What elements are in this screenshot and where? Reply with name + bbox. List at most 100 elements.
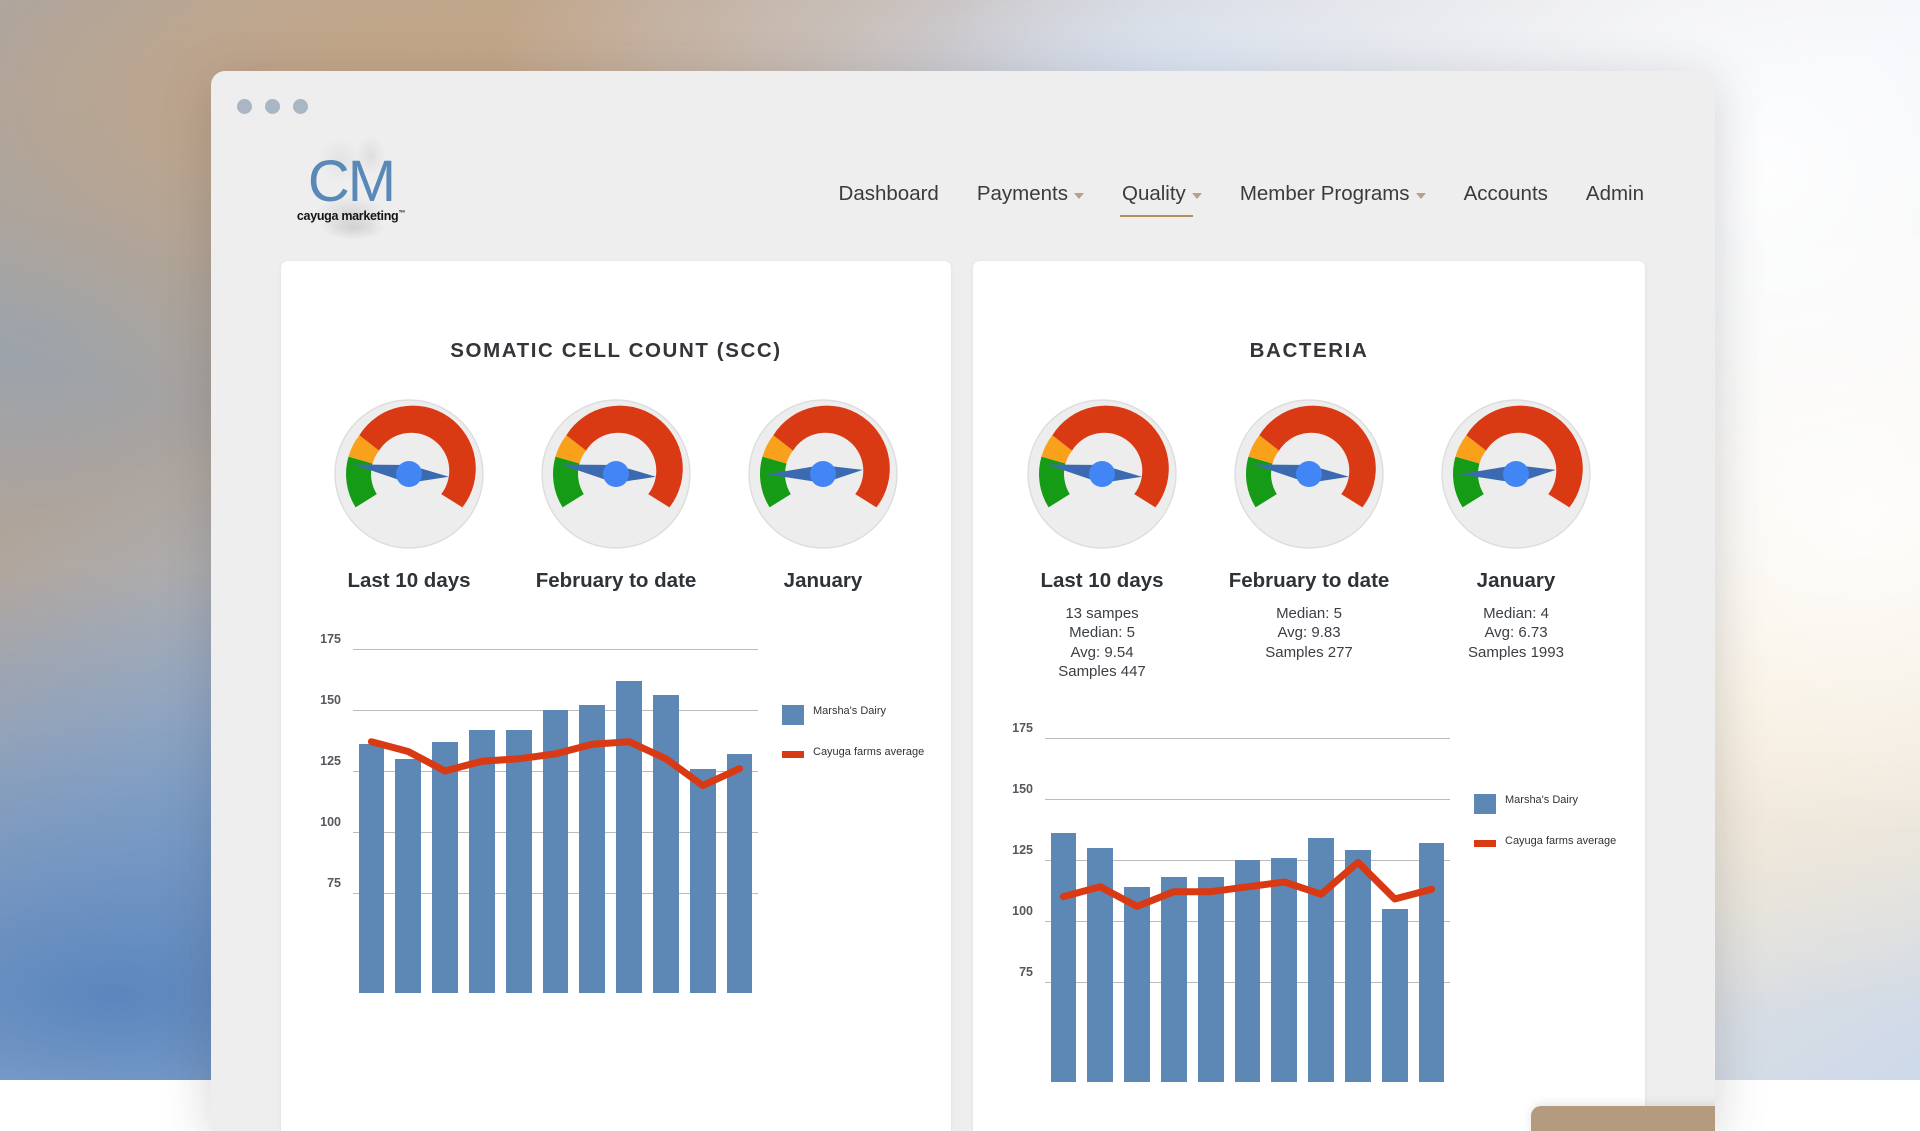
- gauge-january: [747, 398, 899, 550]
- gauge-stat-line: Median: 4: [1425, 605, 1608, 622]
- gauge-label: Last 10 days: [1011, 569, 1194, 593]
- gauge-stat-line: Avg: 9.54: [1011, 644, 1194, 661]
- nav-item-accounts[interactable]: Accounts: [1445, 179, 1567, 209]
- gauge-stat-line: Median: 5: [1011, 624, 1194, 641]
- card-title: SOMATIC CELL COUNT (SCC): [281, 339, 951, 363]
- bar: [1345, 850, 1371, 1082]
- gauge-column-january: January: [732, 398, 915, 593]
- gauge-row: Last 10 days 13 sampes Median: 5 Avg: 9.54 S…: [973, 398, 1645, 682]
- bar: [579, 705, 605, 993]
- legend-label: Cayuga farms average: [1505, 835, 1616, 848]
- gauge-column-january: JanuaryMedian: 4Avg: 6.73Samples 1993: [1425, 398, 1608, 682]
- maximize-dot[interactable]: [293, 99, 308, 114]
- gauge-row: Last 10 days February to date January: [281, 398, 951, 593]
- site-header: CM cayuga marketing™ Dashboard Payments Qu…: [211, 127, 1715, 247]
- bar: [1271, 858, 1297, 1082]
- gauge-january: [1440, 398, 1592, 550]
- bar: [1235, 860, 1261, 1082]
- minimize-dot[interactable]: [265, 99, 280, 114]
- y-axis-tick-label: 150: [301, 693, 341, 707]
- gauge-february-to-date: [1233, 398, 1385, 550]
- bar: [1161, 877, 1187, 1082]
- bar: [432, 742, 458, 993]
- gauge-hub: [603, 461, 629, 487]
- nav-item-member-programs[interactable]: Member Programs: [1221, 179, 1445, 209]
- gauge-stat-line: Avg: 6.73: [1425, 624, 1608, 641]
- gauge-label: Last 10 days: [318, 569, 501, 593]
- notifications-bar[interactable]: NOTIFICATIONS (2): [1531, 1106, 1715, 1131]
- gauge-hub: [396, 461, 422, 487]
- legend-item: Marsha's Dairy: [1474, 794, 1616, 814]
- gauge-column-last-10-days: Last 10 days 13 sampes Median: 5 Avg: 9.54 S…: [1011, 398, 1194, 682]
- legend-item: Cayuga farms average: [1474, 835, 1616, 848]
- bar: [395, 759, 421, 993]
- bar: [1382, 909, 1408, 1082]
- y-axis-tick-label: 125: [993, 843, 1033, 857]
- cayuga-marketing-logo[interactable]: CM cayuga marketing™: [291, 131, 411, 243]
- gauge-label: January: [1425, 569, 1608, 593]
- bar: [1419, 843, 1445, 1082]
- legend-swatch-bar: [782, 705, 804, 725]
- nav-item-quality[interactable]: Quality: [1103, 179, 1221, 209]
- gauge-hub: [1296, 461, 1322, 487]
- card-bacteria: BACTERIA Last 10 days13 sampesMedian: 5A…: [973, 261, 1645, 1131]
- gauge-label: February to date: [525, 569, 708, 593]
- nav-item-label: Quality: [1122, 179, 1186, 209]
- gauge-label: February to date: [1218, 569, 1401, 593]
- chart-legend: Marsha's Dairy Cayuga farms average: [1474, 794, 1616, 869]
- bar: [690, 769, 716, 993]
- legend-label: Cayuga farms average: [813, 746, 924, 759]
- gauge-column-last-10-days: Last 10 days: [318, 398, 501, 593]
- legend-label: Marsha's Dairy: [1505, 794, 1578, 807]
- gridline: [353, 649, 758, 650]
- active-nav-underline: [1120, 215, 1193, 218]
- gauge-column-february-to-date: February to dateMedian: 5Avg: 9.83Sample…: [1218, 398, 1401, 682]
- gauge-hub: [810, 461, 836, 487]
- gauge-hub: [1089, 461, 1115, 487]
- gridline: [1045, 738, 1450, 739]
- nav-item-label: Admin: [1586, 179, 1644, 209]
- gauge-stats: Median: 4Avg: 6.73Samples 1993: [1425, 605, 1608, 661]
- gauge-stat-line: 13 sampes: [1011, 605, 1194, 622]
- gauge-last-10-days: [1026, 398, 1178, 550]
- y-axis-tick-label: 100: [993, 904, 1033, 918]
- gauge-last-10-days: [333, 398, 485, 550]
- logo-mark: CM: [291, 153, 411, 211]
- bar: [616, 681, 642, 993]
- gauge-february-to-date: [540, 398, 692, 550]
- gauge-stat-line: Avg: 9.83: [1218, 624, 1401, 641]
- main-navigation[interactable]: Dashboard Payments Quality Member Programs A…: [820, 179, 1663, 209]
- nav-item-label: Dashboard: [839, 179, 939, 209]
- bar: [1308, 838, 1334, 1082]
- bar: [359, 744, 385, 993]
- legend-swatch-bar: [1474, 794, 1496, 814]
- window-controls[interactable]: [237, 99, 308, 114]
- bar: [1087, 848, 1113, 1082]
- card-somatic-cell-count: SOMATIC CELL COUNT (SCC) Last 10 days Feb…: [281, 261, 951, 1131]
- y-axis-tick-label: 75: [301, 876, 341, 890]
- y-axis-tick-label: 175: [993, 721, 1033, 735]
- bar: [653, 695, 679, 993]
- nav-item-label: Member Programs: [1240, 179, 1410, 209]
- gauge-hub: [1503, 461, 1529, 487]
- gauge-column-february-to-date: February to date: [525, 398, 708, 593]
- close-dot[interactable]: [237, 99, 252, 114]
- bar: [1198, 877, 1224, 1082]
- gauge-stat-line: Samples 447: [1011, 663, 1194, 680]
- logo-wordmark: cayuga marketing™: [291, 209, 411, 223]
- browser-window: CM cayuga marketing™ Dashboard Payments Qu…: [211, 71, 1715, 1131]
- chevron-down-icon: [1192, 193, 1202, 199]
- nav-item-dashboard[interactable]: Dashboard: [820, 179, 958, 209]
- legend-item: Cayuga farms average: [782, 746, 924, 759]
- y-axis-tick-label: 100: [301, 815, 341, 829]
- legend-item: Marsha's Dairy: [782, 705, 924, 725]
- nav-item-label: Payments: [977, 179, 1068, 209]
- nav-item-admin[interactable]: Admin: [1567, 179, 1663, 209]
- gauge-stats: Median: 5Avg: 9.83Samples 277: [1218, 605, 1401, 661]
- bar: [1124, 887, 1150, 1082]
- y-axis-tick-label: 125: [301, 754, 341, 768]
- nav-item-payments[interactable]: Payments: [958, 179, 1103, 209]
- legend-label: Marsha's Dairy: [813, 705, 886, 718]
- legend-swatch-line: [782, 751, 804, 758]
- gauge-stat-line: Median: 5: [1218, 605, 1401, 622]
